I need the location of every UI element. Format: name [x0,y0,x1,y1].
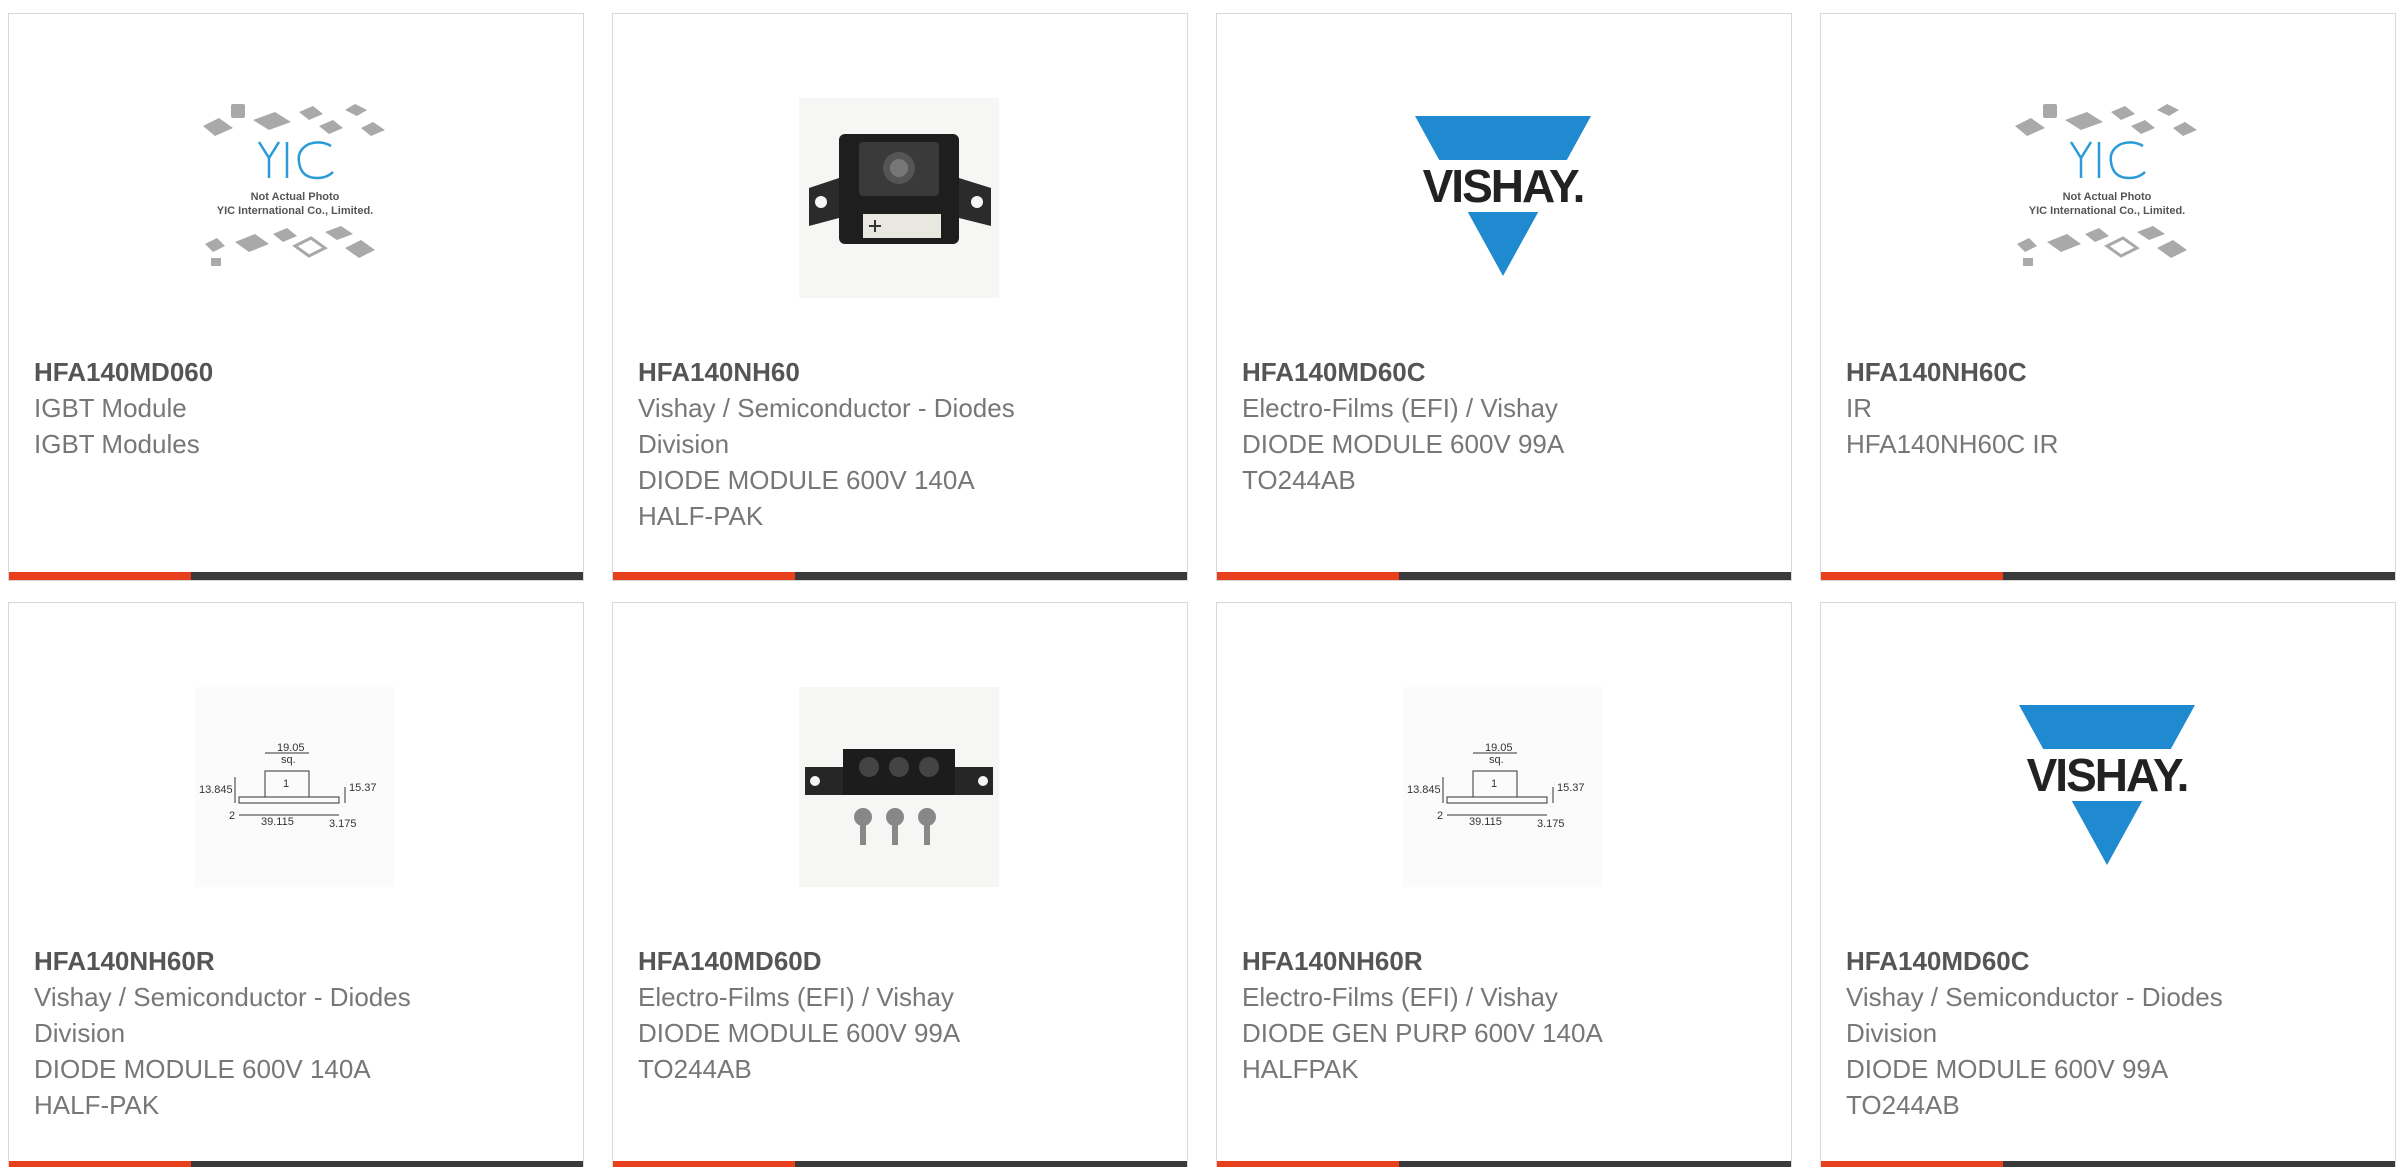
product-info: HFA140MD060 IGBT Module IGBT Modules [34,354,534,462]
product-detail-line: HFA140NH60C IR [1846,429,2059,459]
product-card[interactable]: Not Actual Photo YIC International Co., … [1820,13,2396,581]
product-card[interactable]: 19.05 sq. 13.845 15.37 39.115 3.175 1 2 … [8,602,584,1167]
card-accent-bar [1821,1161,2003,1167]
product-detail-line: TO244AB [1846,1090,1960,1120]
image-caption: Not Actual Photo [2063,191,2152,203]
card-accent-bar [9,1161,191,1167]
product-detail-line: HALF-PAK [34,1090,160,1120]
card-bottom-bar [1217,1161,1791,1167]
product-detail-line: IGBT Module [34,393,187,423]
dimension-label: 1 [283,778,289,790]
card-bottom-bar [9,1161,583,1167]
product-card[interactable]: VISHAY. HFA140MD60C Vishay / Semiconduct… [1820,602,2396,1167]
dimension-label: sq. [281,754,296,766]
product-card[interactable]: HFA140MD60D Electro-Films (EFI) / Vishay… [612,602,1188,1167]
product-detail-line: IR [1846,393,1872,423]
part-number-link[interactable]: HFA140MD60D [638,943,1138,979]
product-detail-line: DIODE MODULE 600V 99A [638,1018,961,1048]
image-caption: Not Actual Photo [251,191,340,203]
part-number-link[interactable]: HFA140NH60R [34,943,534,979]
card-accent-bar [1217,572,1399,580]
product-info: HFA140NH60R Electro-Films (EFI) / Vishay… [1242,943,1742,1087]
dimension-label: 39.115 [1469,816,1502,828]
dimension-label: sq. [1489,754,1504,766]
dimension-label: 13.845 [199,784,233,796]
card-bottom-bar [613,1161,1187,1167]
product-detail-line: DIODE MODULE 600V 99A [1242,429,1565,459]
dimension-label: 3.175 [329,818,357,830]
product-detail-line: DIODE MODULE 600V 140A [34,1054,371,1084]
product-info: HFA140NH60 Vishay / Semiconductor - Diod… [638,354,1138,534]
card-accent-bar [613,1161,795,1167]
card-bottom-bar [9,572,583,580]
product-info: HFA140MD60D Electro-Films (EFI) / Vishay… [638,943,1138,1087]
product-detail-line: Electro-Films (EFI) / Vishay [1242,982,1558,1012]
product-card[interactable]: VISHAY. HFA140MD60C Electro-Films (EFI) … [1216,13,1792,581]
dimension-drawing-icon: 19.05 sq. 13.845 15.37 39.115 3.175 1 2 [1403,687,1603,887]
part-number-link[interactable]: HFA140NH60C [1846,354,2346,390]
product-detail-line: Division [1846,1018,1938,1048]
dimension-label: 19.05 [1485,742,1513,754]
product-detail-line: Electro-Films (EFI) / Vishay [638,982,954,1012]
product-detail-line: DIODE MODULE 600V 140A [638,465,975,495]
dimension-label: 3.175 [1537,818,1565,830]
dimension-label: 15.37 [1557,782,1585,794]
diode-module-photo-icon [799,98,999,298]
card-bottom-bar [1821,572,2395,580]
dimension-label: 2 [1437,810,1443,822]
card-bottom-bar [613,572,1187,580]
product-info: HFA140MD60C Vishay / Semiconductor - Dio… [1846,943,2346,1123]
vishay-logo-icon: VISHAY. [2007,705,2207,865]
part-number-link[interactable]: HFA140MD60C [1846,943,2346,979]
dimension-label: 1 [1491,778,1497,790]
product-grid: Not Actual Photo YIC International Co., … [0,0,2400,1167]
dimension-label: 39.115 [261,816,294,828]
vishay-logo-text: VISHAY. [1423,160,1584,212]
product-detail-line: Division [638,429,730,459]
vishay-logo-text: VISHAY. [2027,749,2188,801]
vishay-logo-icon: VISHAY. [1403,116,1603,276]
yic-not-actual-photo-icon: Not Actual Photo YIC International Co., … [203,104,385,266]
part-number-link[interactable]: HFA140MD60C [1242,354,1742,390]
card-bottom-bar [1217,572,1791,580]
product-detail-line: IGBT Modules [34,429,200,459]
card-accent-bar [1821,572,2003,580]
product-detail-line: Vishay / Semiconductor - Diodes [34,982,411,1012]
yic-not-actual-photo-icon: Not Actual Photo YIC International Co., … [2015,104,2197,266]
image-caption-2: YIC International Co., Limited. [2029,205,2185,217]
card-accent-bar [9,572,191,580]
product-detail-line: HALF-PAK [638,501,764,531]
product-detail-line: DIODE GEN PURP 600V 140A [1242,1018,1603,1048]
product-detail-line: Vishay / Semiconductor - Diodes [1846,982,2223,1012]
product-detail-line: HALFPAK [1242,1054,1359,1084]
part-number-link[interactable]: HFA140NH60 [638,354,1138,390]
dimension-drawing-icon: 19.05 sq. 13.845 15.37 39.115 3.175 1 2 [195,687,395,887]
dimension-label: 19.05 [277,742,305,754]
dimension-label: 2 [229,810,235,822]
part-number-link[interactable]: HFA140NH60R [1242,943,1742,979]
part-number-link[interactable]: HFA140MD060 [34,354,534,390]
product-info: HFA140NH60R Vishay / Semiconductor - Dio… [34,943,534,1123]
product-detail-line: TO244AB [1242,465,1356,495]
dimension-label: 15.37 [349,782,377,794]
image-caption-2: YIC International Co., Limited. [217,205,373,217]
product-detail-line: Vishay / Semiconductor - Diodes [638,393,1015,423]
three-terminal-module-photo-icon [799,687,999,887]
card-accent-bar [1217,1161,1399,1167]
product-detail-line: Electro-Films (EFI) / Vishay [1242,393,1558,423]
product-info: HFA140NH60C IR HFA140NH60C IR [1846,354,2346,462]
product-info: HFA140MD60C Electro-Films (EFI) / Vishay… [1242,354,1742,498]
product-detail-line: TO244AB [638,1054,752,1084]
product-card[interactable]: Not Actual Photo YIC International Co., … [8,13,584,581]
card-accent-bar [613,572,795,580]
dimension-label: 13.845 [1407,784,1441,796]
card-bottom-bar [1821,1161,2395,1167]
product-card[interactable]: HFA140NH60 Vishay / Semiconductor - Diod… [612,13,1188,581]
product-detail-line: Division [34,1018,126,1048]
product-card[interactable]: 19.05 sq. 13.845 15.37 39.115 3.175 1 2 … [1216,602,1792,1167]
product-detail-line: DIODE MODULE 600V 99A [1846,1054,2169,1084]
